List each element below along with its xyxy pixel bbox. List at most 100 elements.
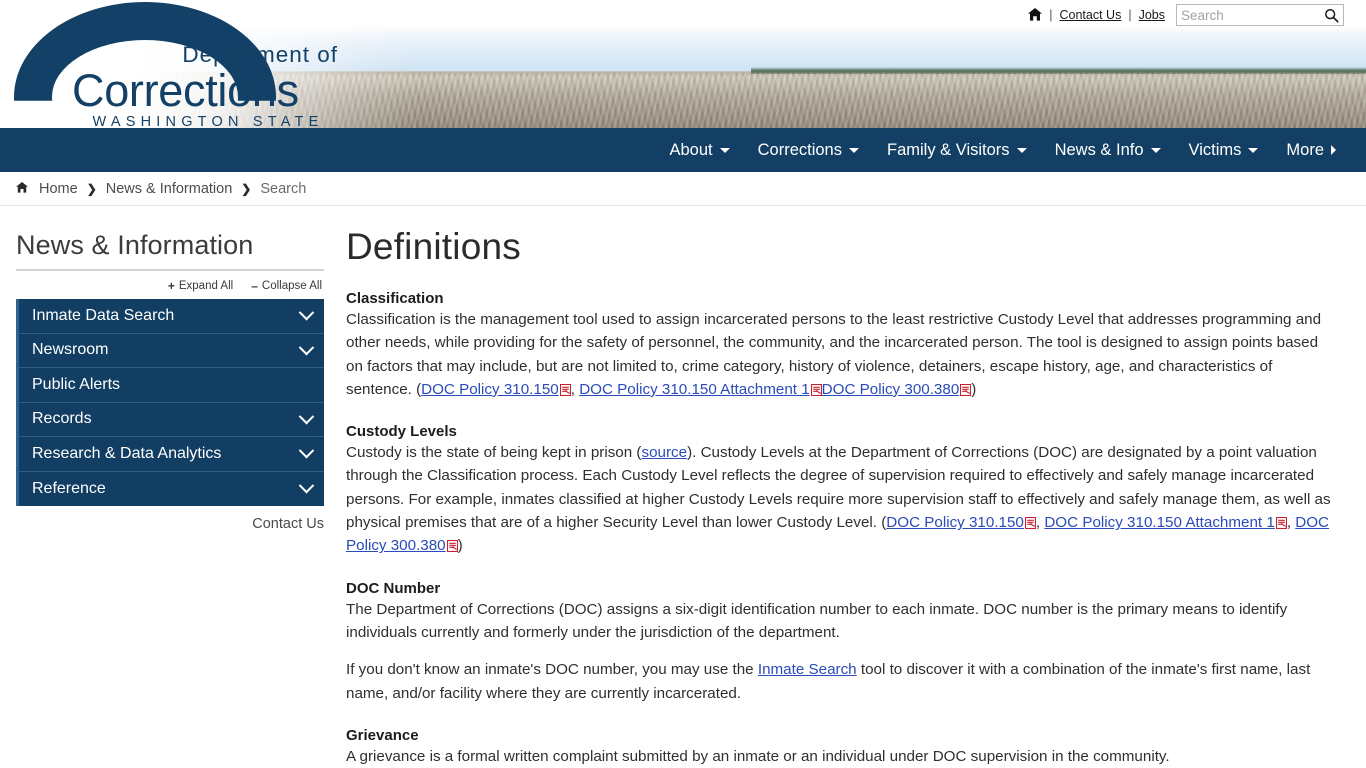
sidebar-accordion: Inmate Data Search Newsroom Public Alerts R…	[16, 299, 324, 506]
breadcrumb: Home ❯ News & Information ❯ Search	[0, 172, 1366, 206]
utility-bar: | Contact Us | Jobs	[1028, 4, 1344, 26]
plus-icon: +	[167, 279, 175, 293]
chevron-down-icon	[298, 339, 315, 356]
nav-item-news-info[interactable]: News & Info	[1041, 141, 1175, 160]
site-header: Department of Corrections WASHINGTON STA…	[0, 0, 1366, 128]
policy-link-doc-policy-310-150-attachment-1[interactable]: DOC Policy 310.150 Attachment 1	[579, 381, 809, 398]
doc-logo[interactable]: Department of Corrections WASHINGTON STA…	[0, 0, 340, 128]
definition-term: DOC Number	[346, 579, 441, 597]
expand-collapse-controls: + Expand All – Collapse All	[16, 275, 324, 299]
pdf-file-icon	[810, 383, 822, 396]
nav-item-label: Victims	[1188, 140, 1242, 159]
sidebar-item-label: Public Alerts	[32, 375, 121, 393]
sidebar-divider	[16, 269, 324, 271]
main-content: Definitions Classification Classification…	[340, 218, 1350, 768]
chevron-down-icon	[298, 305, 315, 321]
breadcrumb-item-home[interactable]: Home	[39, 181, 78, 197]
breadcrumb-home-icon	[16, 181, 28, 196]
definition-paragraph: The Department of Corrections (DOC) assi…	[346, 600, 1288, 641]
definition-paragraph: A grievance is a formal written complain…	[346, 747, 1170, 765]
breadcrumb-item-search: Search	[260, 180, 307, 197]
sidebar-item-label: Reference	[32, 479, 106, 497]
nav-item-label: More	[1286, 140, 1324, 159]
utility-separator-1: |	[1049, 8, 1053, 22]
search-icon	[1324, 8, 1339, 23]
chevron-down-icon	[298, 478, 315, 494]
chevron-down-icon	[1248, 147, 1259, 153]
policy-link-doc-policy-310-150[interactable]: DOC Policy 310.150	[886, 514, 1024, 531]
logo-line-state: WASHINGTON STATE	[92, 113, 324, 128]
home-icon[interactable]	[1028, 7, 1043, 23]
search-box[interactable]	[1176, 4, 1344, 26]
chevron-down-icon	[719, 147, 730, 153]
logo-wordmark: Department of Corrections WASHINGTON STA…	[72, 42, 340, 128]
chevron-down-icon	[849, 147, 859, 153]
definition-paragraph: Classification is the management tool us…	[346, 311, 1322, 398]
sidebar-item-label: Research & Data Analytics	[32, 444, 222, 462]
definition-term: Grievance	[346, 726, 419, 744]
pdf-file-icon	[1024, 517, 1036, 530]
pdf-file-icon	[960, 383, 972, 396]
search-submit-button[interactable]	[1321, 6, 1341, 24]
sidebar-item-reference[interactable]: Reference	[19, 471, 324, 506]
page-title: Definitions	[346, 226, 521, 267]
chevron-down-icon	[298, 443, 315, 459]
sidebar-item-inmate-data-search[interactable]: Inmate Data Search	[19, 299, 324, 334]
chevron-down-icon	[1016, 147, 1027, 153]
nav-item-label: Family & Visitors	[887, 140, 1010, 159]
nav-item-label: Corrections	[757, 140, 842, 159]
sidebar-item-public-alerts[interactable]: Public Alerts	[19, 368, 324, 403]
logo-line-department: Department of	[182, 42, 338, 67]
inline-link-inmate-search[interactable]: Inmate Search	[758, 661, 857, 678]
nav-item-victims[interactable]: Victims	[1175, 141, 1273, 160]
breadcrumb-item-news-information[interactable]: News & Information	[106, 181, 233, 197]
definitions-list: Classification Classification is the mana…	[346, 290, 1332, 768]
definition-term: Custody Levels	[346, 423, 457, 441]
sidebar-item-label: Inmate Data Search	[32, 306, 175, 324]
nav-item-label: News & Info	[1054, 140, 1144, 159]
utility-separator-2: |	[1128, 8, 1132, 22]
policy-link-doc-policy-310-150[interactable]: DOC Policy 310.150	[421, 381, 559, 398]
nav-item-family-visitors[interactable]: Family & Visitors	[873, 141, 1041, 160]
sidebar-item-label: Newsroom	[32, 341, 109, 359]
collapse-all-label: Collapse All	[261, 280, 322, 292]
chevron-down-icon	[1150, 147, 1161, 153]
definition-paragraph: Custody is the state of being kept in pr…	[346, 444, 1331, 555]
breadcrumb-separator-2: ❯	[241, 181, 252, 196]
definition-term: Classification	[346, 290, 444, 307]
page-body: News & Information + Expand All – Collap…	[0, 206, 1366, 768]
search-input[interactable]	[1177, 5, 1319, 25]
sidebar-item-newsroom[interactable]: Newsroom	[19, 333, 324, 368]
policy-link-doc-policy-310-150-attachment-1[interactable]: DOC Policy 310.150 Attachment 1	[1044, 514, 1274, 531]
minus-icon: –	[251, 279, 258, 293]
sidebar-title: News & Information	[16, 230, 254, 260]
nav-item-label: About	[669, 140, 713, 159]
sidebar: News & Information + Expand All – Collap…	[0, 218, 340, 768]
sidebar-contact-us-link[interactable]: Contact Us	[16, 506, 324, 532]
pdf-file-icon	[446, 540, 458, 553]
contact-us-link[interactable]: Contact Us	[1060, 8, 1122, 22]
policy-link-doc-policy-300-380[interactable]: DOC Policy 300.380	[822, 381, 960, 398]
jobs-link[interactable]: Jobs	[1139, 8, 1165, 22]
chevron-down-icon	[298, 408, 315, 425]
sidebar-item-label: Records	[32, 410, 92, 428]
nav-item-more[interactable]: More	[1272, 141, 1350, 160]
sidebar-item-research-data-analytics[interactable]: Research & Data Analytics	[19, 437, 324, 472]
expand-all-label: Expand All	[178, 280, 234, 292]
nav-item-corrections[interactable]: Corrections	[744, 141, 873, 160]
pdf-file-icon	[559, 383, 571, 396]
sidebar-item-records[interactable]: Records	[19, 402, 324, 437]
logo-line-corrections: Corrections	[72, 64, 299, 116]
collapse-all-button[interactable]: – Collapse All	[251, 279, 322, 293]
pdf-file-icon	[1275, 517, 1287, 530]
expand-all-button[interactable]: + Expand All	[168, 279, 233, 293]
nav-item-about[interactable]: About	[656, 141, 744, 160]
inline-link-source[interactable]: source	[641, 444, 687, 461]
breadcrumb-separator-1: ❯	[86, 181, 97, 196]
definition-paragraph: If you don't know an inmate's DOC number…	[346, 661, 1311, 702]
chevron-right-icon	[1331, 145, 1336, 155]
main-navigation: About Corrections Family & Visitors News & …	[0, 128, 1366, 172]
